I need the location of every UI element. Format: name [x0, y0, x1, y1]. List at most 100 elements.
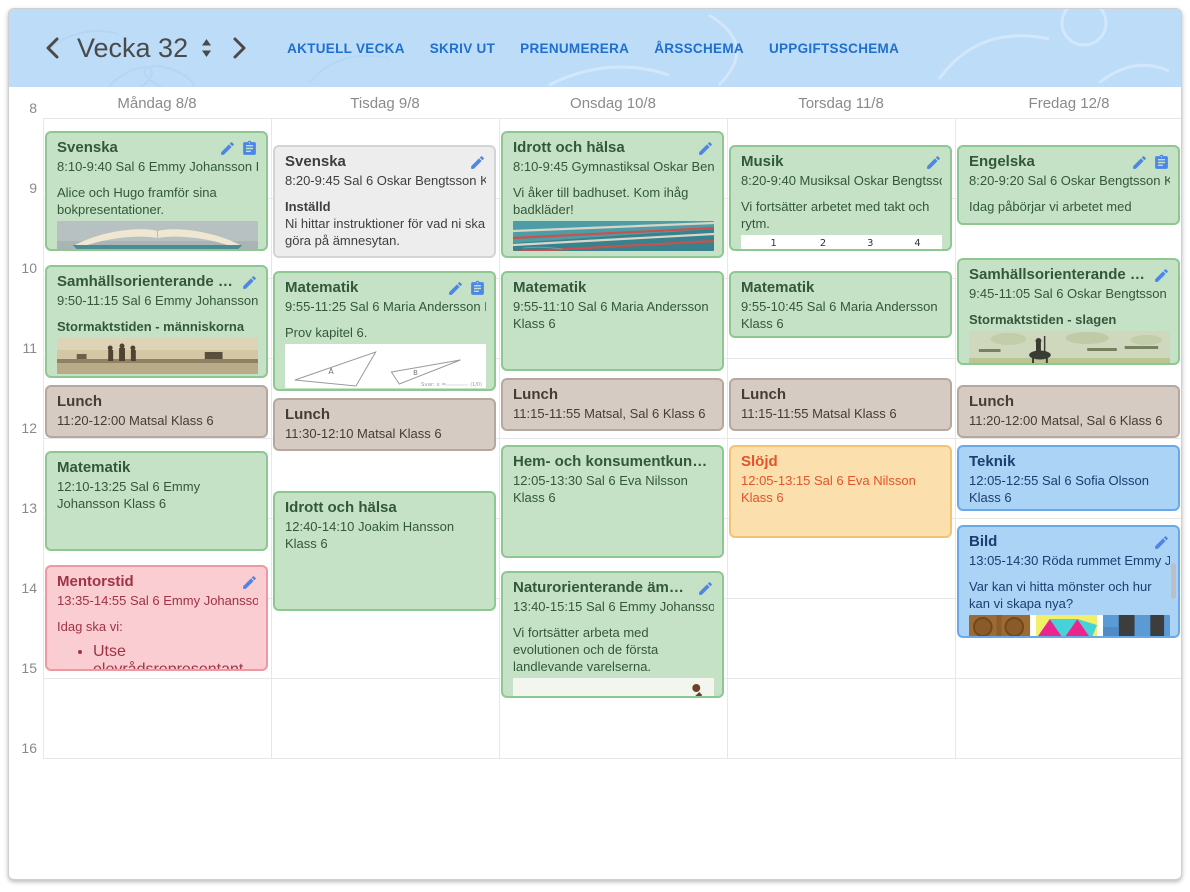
- event-title: Matematik: [513, 278, 714, 298]
- day-header-thursday: Torsdag 11/8: [727, 87, 955, 118]
- svg-text:Svar: x =: Svar: x =: [421, 382, 446, 388]
- event-samhallsorienterande-amnen-mon[interactable]: Samhällsorienterande ämnen9:50-11:15 Sal…: [45, 265, 268, 378]
- event-bild-fri[interactable]: Bild13:05-14:30 Röda rummet Emmy Johanss…: [957, 525, 1180, 638]
- event-musik-thu[interactable]: Musik8:20-9:40 Musiksal Oskar Bengtsson …: [729, 145, 952, 252]
- event-teknik-fri[interactable]: Teknik12:05-12:55 Sal 6 Sofia Olsson Kla…: [957, 445, 1180, 512]
- event-mentorstid-mon[interactable]: Mentorstid13:35-14:55 Sal 6 Emmy Johanss…: [45, 565, 268, 672]
- day-header-monday: Måndag 8/8: [43, 87, 271, 118]
- event-scrollbar-thumb[interactable]: [1171, 563, 1176, 599]
- event-matematik-mon[interactable]: Matematik12:10-13:25 Sal 6 Emmy Johansso…: [45, 451, 268, 551]
- event-title: Lunch: [969, 392, 1170, 412]
- event-action-icons: [697, 578, 714, 597]
- bridge-painting-image: [57, 338, 258, 374]
- event-note: Vi åker till badhuset. Kom ihåg badkläde…: [513, 184, 714, 218]
- event-slojd-thu[interactable]: Slöjd12:05-13:15 Sal 6 Eva Nilsson Klass…: [729, 445, 952, 538]
- nav-prenumerera[interactable]: PRENUMERERA: [520, 41, 629, 56]
- event-title: Samhällsorienterande ämnen: [57, 272, 235, 292]
- pencil-icon[interactable]: [697, 580, 714, 597]
- event-lunch-tue[interactable]: Lunch11:30-12:10 Matsal Klass 6: [273, 398, 496, 451]
- event-matematik-thu[interactable]: Matematik9:55-10:45 Sal 6 Maria Andersso…: [729, 271, 952, 338]
- event-time-location: 9:55-11:25 Sal 6 Maria Andersson Klass 6: [285, 298, 486, 315]
- event-title: Lunch: [285, 405, 486, 425]
- event-title: Idrott och hälsa: [513, 138, 691, 158]
- pencil-icon[interactable]: [697, 140, 714, 157]
- event-action-icons: [219, 138, 258, 157]
- pencil-icon[interactable]: [447, 280, 464, 297]
- pencil-icon[interactable]: [241, 274, 258, 291]
- pencil-icon[interactable]: [925, 154, 942, 171]
- event-idrott-och-halsa-wed[interactable]: Idrott och hälsa8:10-9:45 Gymnastiksal O…: [501, 131, 724, 258]
- event-action-icons: [1153, 532, 1170, 551]
- event-idrott-och-halsa-tue[interactable]: Idrott och hälsa12:40-14:10 Joakim Hanss…: [273, 491, 496, 611]
- event-title: Samhällsorienterande ämnen: [969, 265, 1147, 285]
- column-separator: [43, 118, 44, 759]
- event-matematik-wed[interactable]: Matematik9:55-11:10 Sal 6 Maria Andersso…: [501, 271, 724, 371]
- event-lunch-thu[interactable]: Lunch11:15-11:55 Matsal Klass 6: [729, 378, 952, 431]
- event-action-icons: [241, 272, 258, 291]
- clipboard-icon[interactable]: [1153, 154, 1170, 171]
- event-time-location: 8:20-9:45 Sal 6 Oskar Bengtsson Klass 6: [285, 172, 486, 189]
- pencil-icon[interactable]: [219, 140, 236, 157]
- event-title: Naturorienterande ämnen: [513, 578, 691, 598]
- pencil-icon[interactable]: [469, 154, 486, 171]
- event-naturorienterande-amnen-wed[interactable]: Naturorienterande ämnen13:40-15:15 Sal 6…: [501, 571, 724, 698]
- day-header-friday: Fredag 12/8: [955, 87, 1182, 118]
- event-lunch-fri[interactable]: Lunch11:20-12:00 Matsal, Sal 6 Klass 6: [957, 385, 1180, 438]
- event-matematik-tue[interactable]: Matematik9:55-11:25 Sal 6 Maria Andersso…: [273, 271, 496, 391]
- svg-text:♩: ♩: [894, 251, 900, 252]
- clipboard-icon[interactable]: [469, 280, 486, 297]
- clipboard-icon[interactable]: [241, 140, 258, 157]
- triangles-worksheet-image: ABSvar: x =(1/0): [285, 344, 486, 388]
- header-bar: Vecka 32 AKTUELL VECKA SKRIV UT PRENUMER…: [9, 9, 1181, 87]
- svg-text:♩: ♩: [914, 251, 920, 252]
- event-svenska-mon[interactable]: Svenska8:10-9:40 Sal 6 Emmy Johansson Kl…: [45, 131, 268, 251]
- week-stepper[interactable]: [200, 37, 213, 59]
- column-separator: [955, 118, 956, 759]
- hour-label: 8: [9, 100, 37, 116]
- event-title: Svenska: [57, 138, 213, 158]
- event-time-location: 12:05-12:55 Sal 6 Sofia Olsson Klass 6: [969, 472, 1170, 506]
- swimming-pool-image: [513, 221, 714, 251]
- svg-text:2: 2: [820, 238, 826, 249]
- event-title: Idrott och hälsa: [285, 498, 486, 518]
- day-header-wednesday: Onsdag 10/8: [499, 87, 727, 118]
- event-svenska-tue[interactable]: Svenska8:20-9:45 Sal 6 Oskar Bengtsson K…: [273, 145, 496, 258]
- event-note: Stormaktstiden - slagen: [969, 311, 1170, 328]
- event-title: Slöjd: [741, 452, 942, 472]
- pencil-icon[interactable]: [1153, 534, 1170, 551]
- event-time-location: 12:10-13:25 Sal 6 Emmy Johansson Klass 6: [57, 478, 258, 512]
- pencil-icon[interactable]: [1153, 267, 1170, 284]
- column-separator: [271, 118, 272, 759]
- event-lunch-wed[interactable]: Lunch11:15-11:55 Matsal, Sal 6 Klass 6: [501, 378, 724, 431]
- event-engelska-fri[interactable]: Engelska8:20-9:20 Sal 6 Oskar Bengtsson …: [957, 145, 1180, 225]
- hour-line: [43, 758, 1181, 759]
- svg-text:♩: ♩: [771, 251, 777, 252]
- event-lunch-mon[interactable]: Lunch11:20-12:00 Matsal Klass 6: [45, 385, 268, 438]
- nav-arsschema[interactable]: ÅRSSCHEMA: [654, 41, 744, 56]
- event-title: Hem- och konsumentkunskap: [513, 452, 714, 472]
- hour-line: [43, 438, 1181, 439]
- event-time-location: 13:40-15:15 Sal 6 Emmy Johansson Klass 6: [513, 598, 714, 615]
- pencil-icon[interactable]: [1131, 154, 1148, 171]
- nav-aktuell-vecka[interactable]: AKTUELL VECKA: [287, 41, 405, 56]
- event-title: Musik: [741, 152, 919, 172]
- previous-week-button[interactable]: [39, 32, 65, 64]
- event-time-location: 11:30-12:10 Matsal Klass 6: [285, 425, 486, 442]
- week-grid: 8910111213141516Svenska8:10-9:40 Sal 6 E…: [9, 118, 1181, 879]
- pencil-icon[interactable]: [241, 574, 258, 591]
- event-hem-och-konsumentkunskap-wed[interactable]: Hem- och konsumentkunskap12:05-13:30 Sal…: [501, 445, 724, 558]
- hour-label: 16: [9, 740, 37, 756]
- day-header-row: Måndag 8/8 Tisdag 9/8 Onsdag 10/8 Torsda…: [9, 87, 1181, 118]
- hour-label: 11: [9, 340, 37, 356]
- event-time-location: 8:10-9:40 Sal 6 Emmy Johansson Klass 6: [57, 158, 258, 175]
- event-time-location: 11:15-11:55 Matsal, Sal 6 Klass 6: [513, 405, 714, 422]
- next-week-button[interactable]: [227, 32, 253, 64]
- event-time-location: 13:35-14:55 Sal 6 Emmy Johansson Klass 6: [57, 592, 258, 609]
- event-samhallsorienterande-amnen-fri[interactable]: Samhällsorienterande ämnen9:45-11:05 Sal…: [957, 258, 1180, 365]
- chevron-left-icon: [45, 37, 59, 59]
- up-down-arrows-icon: [200, 37, 213, 59]
- event-note: Alice och Hugo framför sina bokpresentat…: [57, 184, 258, 218]
- nav-skriv-ut[interactable]: SKRIV UT: [430, 41, 495, 56]
- nav-uppgiftsschema[interactable]: UPPGIFTSSCHEMA: [769, 41, 899, 56]
- svg-text:♩: ♩: [749, 251, 755, 252]
